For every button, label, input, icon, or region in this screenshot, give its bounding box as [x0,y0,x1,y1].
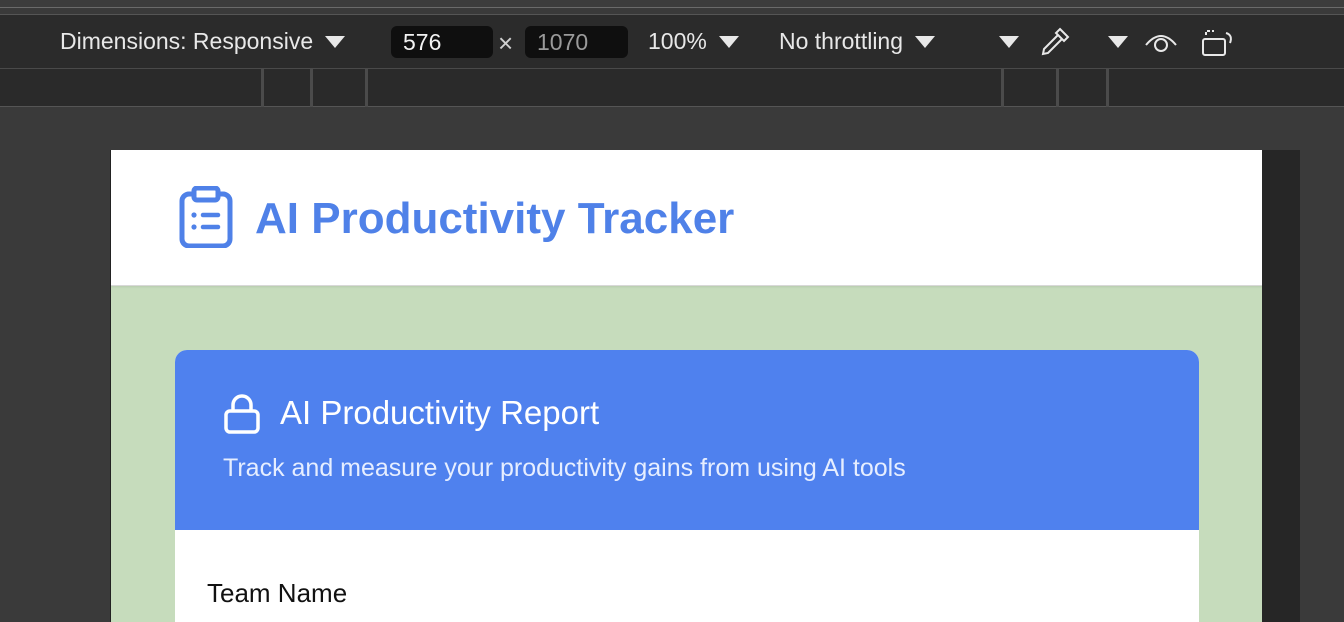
eyedropper-icon [1041,27,1070,56]
dimensions-dropdown[interactable]: Dimensions: Responsive [60,28,346,55]
chevron-down-icon [1108,35,1128,48]
team-name-label: Team Name [207,578,348,608]
throttling-dropdown[interactable]: No throttling [779,28,936,55]
device-viewport: AI Productivity Tracker AI Productivity … [110,150,1262,622]
height-input[interactable]: 1070 [525,26,628,58]
ruler-tick [365,69,368,107]
ruler-tick [261,69,264,107]
rotate-button[interactable] [1200,27,1236,59]
report-title: AI Productivity Report [280,394,600,431]
more-options-dropdown[interactable] [999,35,1019,48]
report-subtitle: Track and measure your productivity gain… [223,454,906,482]
vision-deficiency-button[interactable] [1144,29,1178,57]
ruler-tick [1056,69,1059,107]
chevron-down-icon [718,35,739,48]
viewport-gutter [1262,150,1300,622]
chevron-down-icon [999,35,1019,48]
window-top-edge [0,0,1344,8]
dimensions-label: Dimensions: Responsive [60,28,314,54]
clipboard-list-icon [179,186,233,248]
report-card: AI Productivity Report Track and measure… [175,350,1199,622]
times-symbol: × [498,28,514,58]
media-query-ruler [0,69,1344,107]
app-header: AI Productivity Tracker [111,150,1262,286]
app-title: AI Productivity Tracker [255,194,735,243]
ruler-tick [1106,69,1109,107]
rotate-device-icon [1202,30,1232,56]
width-input[interactable]: 576 [391,26,493,58]
zoom-dropdown[interactable]: 100% [648,28,739,55]
zoom-label: 100% [648,28,707,54]
ruler-tick [310,69,313,107]
lock-icon [224,394,260,434]
devtools-toolbar: Dimensions: Responsive 576 × 1070 100% N… [0,15,1344,69]
chevron-down-icon [915,35,936,48]
vision-dropdown[interactable] [1108,35,1128,48]
eye-icon [1145,35,1177,52]
report-card-header: AI Productivity Report Track and measure… [175,350,1199,530]
throttling-label: No throttling [779,28,904,54]
chevron-down-icon [325,35,346,48]
ruler-tick [1001,69,1004,107]
eyedropper-button[interactable] [1038,25,1072,59]
